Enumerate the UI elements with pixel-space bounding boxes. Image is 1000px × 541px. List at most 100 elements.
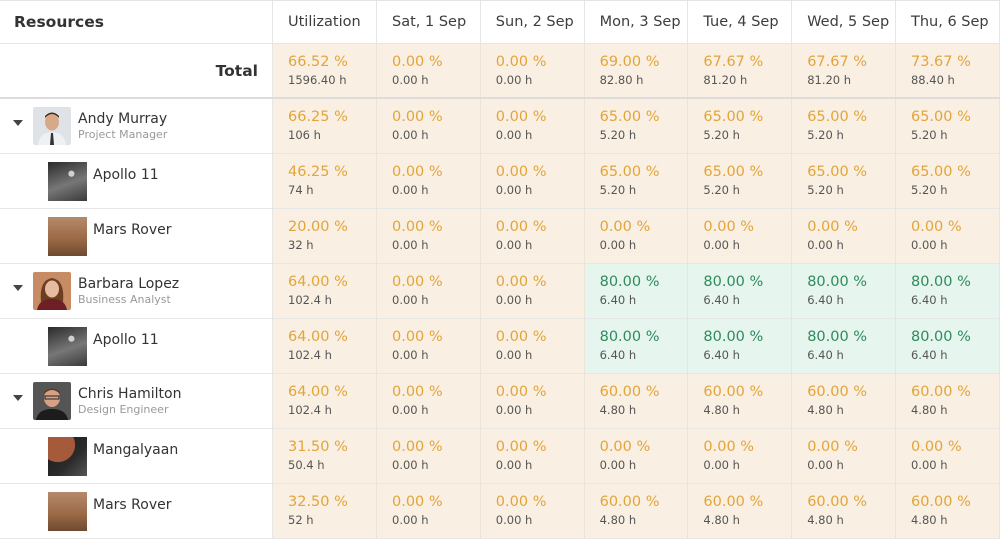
column-header-utilization[interactable]: Utilization (273, 1, 377, 43)
utilization-hours: 0.00 h (392, 238, 429, 252)
day-cell[interactable]: 0.00 % 0.00 h (688, 429, 793, 483)
utilization-cell[interactable]: 64.00 % 102.4 h (273, 374, 377, 428)
day-cell[interactable]: 0.00 % 0.00 h (377, 374, 481, 428)
day-cell[interactable]: 0.00 % 0.00 h (792, 209, 896, 263)
day-cell[interactable]: 0.00 % 0.00 h (377, 264, 481, 318)
day-cell[interactable]: 60.00 % 4.80 h (688, 374, 793, 428)
day-cell[interactable]: 0.00 % 0.00 h (480, 264, 585, 318)
project-row[interactable]: Apollo 11 46.25 % 74 h 0.00 % 0.00 h 0.00 % 0.… (0, 154, 1000, 209)
utilization-percent: 60.00 % (910, 384, 971, 400)
day-cell[interactable]: 0.00 % 0.00 h (377, 429, 481, 483)
day-cell[interactable]: 80.00 % 6.40 h (584, 319, 689, 373)
day-cell[interactable]: 60.00 % 4.80 h (688, 484, 793, 538)
person-name[interactable]: Barbara Lopez (78, 276, 179, 293)
person-row[interactable]: Chris Hamilton Design Engineer 64.00 % 102.… (0, 374, 1000, 429)
day-cell[interactable]: 60.00 % 4.80 h (584, 374, 689, 428)
person-row[interactable]: Andy Murray Project Manager 66.25 % 106 h 0.… (0, 99, 1000, 154)
day-cell[interactable]: 0.00 % 0.00 h (688, 209, 793, 263)
utilization-cell[interactable]: 31.50 % 50.4 h (273, 429, 377, 483)
project-name[interactable]: Mangalyaan (93, 442, 178, 458)
project-name[interactable]: Mars Rover (93, 497, 171, 513)
day-cell[interactable]: 0.00 % 0.00 h (792, 429, 896, 483)
day-cell[interactable]: 0.00 % 0.00 h (480, 319, 585, 373)
resource-cell: Apollo 11 (0, 154, 273, 208)
utilization-cell[interactable]: 66.25 % 106 h (273, 99, 377, 153)
day-cell[interactable]: 0.00 % 0.00 h (584, 209, 689, 263)
project-row[interactable]: Mangalyaan 31.50 % 50.4 h 0.00 % 0.00 h 0.00 … (0, 429, 1000, 484)
day-cell[interactable]: 0.00 % 0.00 h (377, 484, 481, 538)
utilization-hours: 4.80 h (703, 403, 740, 417)
day-cell[interactable]: 80.00 % 6.40 h (584, 264, 689, 318)
day-cell[interactable]: 65.00 % 5.20 h (584, 154, 689, 208)
utilization-percent: 20.00 % (288, 219, 348, 235)
day-cell[interactable]: 65.00 % 5.20 h (792, 99, 896, 153)
utilization-cell[interactable]: 32.50 % 52 h (273, 484, 377, 538)
utilization-cell[interactable]: 64.00 % 102.4 h (273, 319, 377, 373)
project-row[interactable]: Mars Rover 32.50 % 52 h 0.00 % 0.00 h 0.00 % 0… (0, 484, 1000, 539)
day-cell[interactable]: 0.00 % 0.00 h (584, 429, 689, 483)
column-header-day[interactable]: Wed, 5 Sep (792, 1, 896, 43)
day-cell[interactable]: 65.00 % 5.20 h (688, 154, 793, 208)
project-row[interactable]: Mars Rover 20.00 % 32 h 0.00 % 0.00 h 0.00 % 0… (0, 209, 1000, 264)
utilization-cell[interactable]: 46.25 % 74 h (273, 154, 377, 208)
day-cell[interactable]: 65.00 % 5.20 h (792, 154, 896, 208)
day-cell[interactable]: 60.00 % 4.80 h (792, 484, 896, 538)
day-cell[interactable]: 65.00 % 5.20 h (895, 154, 1000, 208)
day-cell[interactable]: 0.00 % 0.00 h (480, 99, 585, 153)
utilization-percent: 60.00 % (703, 384, 764, 400)
day-cell[interactable]: 80.00 % 6.40 h (688, 264, 793, 318)
utilization-hours: 6.40 h (599, 348, 637, 362)
day-cell[interactable]: 60.00 % 4.80 h (792, 374, 896, 428)
day-cell[interactable]: 60.00 % 4.80 h (895, 374, 1000, 428)
day-cell[interactable]: 0.00 % 0.00 h (480, 154, 585, 208)
person-name[interactable]: Chris Hamilton (78, 386, 182, 403)
column-header-day[interactable]: Tue, 4 Sep (688, 1, 793, 43)
day-cell[interactable]: 0.00 % 0.00 h (480, 209, 585, 263)
utilization-hours: 0.00 h (392, 513, 429, 527)
day-cell[interactable]: 65.00 % 5.20 h (584, 99, 689, 153)
day-cell[interactable]: 0.00 % 0.00 h (480, 374, 585, 428)
utilization-cell[interactable]: 20.00 % 32 h (273, 209, 377, 263)
day-cell[interactable]: 80.00 % 6.40 h (895, 319, 1000, 373)
utilization-percent: 0.00 % (392, 274, 443, 290)
total-row: Total 66.52 % 1596.40 h 0.00 % 0.00 h 0.… (0, 44, 1000, 99)
day-cell[interactable]: 0.00 % 0.00 h (895, 429, 1000, 483)
column-header-day[interactable]: Mon, 3 Sep (584, 1, 689, 43)
day-cell[interactable]: 65.00 % 5.20 h (688, 99, 793, 153)
person-name[interactable]: Andy Murray (78, 111, 167, 128)
person-row[interactable]: Barbara Lopez Business Analyst 64.00 % 102.… (0, 264, 1000, 319)
project-name[interactable]: Mars Rover (93, 222, 171, 238)
day-cell[interactable]: 0.00 % 0.00 h (480, 484, 585, 538)
collapse-toggle-icon[interactable] (13, 285, 23, 291)
day-cell[interactable]: 0.00 % 0.00 h (377, 154, 481, 208)
collapse-toggle-icon[interactable] (13, 395, 23, 401)
utilization-hours: 81.20 h (703, 73, 748, 87)
day-cell[interactable]: 0.00 % 0.00 h (377, 99, 481, 153)
day-cell[interactable]: 80.00 % 6.40 h (792, 264, 896, 318)
day-cell[interactable]: 80.00 % 6.40 h (895, 264, 1000, 318)
project-row[interactable]: Apollo 11 64.00 % 102.4 h 0.00 % 0.00 h 0.00 … (0, 319, 1000, 374)
day-cell[interactable]: 0.00 % 0.00 h (480, 429, 585, 483)
day-cell[interactable]: 65.00 % 5.20 h (895, 99, 1000, 153)
column-header-day[interactable]: Sun, 2 Sep (480, 1, 585, 43)
column-header-day[interactable]: Sat, 1 Sep (377, 1, 481, 43)
utilization-hours: 0.00 h (495, 458, 533, 472)
day-cell[interactable]: 60.00 % 4.80 h (895, 484, 1000, 538)
day-cell[interactable]: 80.00 % 6.40 h (792, 319, 896, 373)
day-cell[interactable]: 80.00 % 6.40 h (688, 319, 793, 373)
utilization-hours: 52 h (288, 513, 314, 527)
utilization-hours: 106 h (288, 128, 321, 142)
project-name[interactable]: Apollo 11 (93, 332, 159, 348)
utilization-hours: 82.80 h (599, 73, 644, 87)
day-cell[interactable]: 0.00 % 0.00 h (895, 209, 1000, 263)
collapse-toggle-icon[interactable] (13, 120, 23, 126)
day-cell[interactable]: 0.00 % 0.00 h (377, 319, 481, 373)
utilization-percent: 0.00 % (495, 274, 547, 290)
column-header-day[interactable]: Thu, 6 Sep (895, 1, 1000, 43)
header-row: Resources Utilization Sat, 1 Sep Sun, 2 … (0, 1, 1000, 44)
utilization-cell[interactable]: 64.00 % 102.4 h (273, 264, 377, 318)
day-cell[interactable]: 0.00 % 0.00 h (377, 209, 481, 263)
project-name[interactable]: Apollo 11 (93, 167, 159, 183)
day-cell[interactable]: 60.00 % 4.80 h (584, 484, 689, 538)
utilization-hours: 88.40 h (910, 73, 955, 87)
